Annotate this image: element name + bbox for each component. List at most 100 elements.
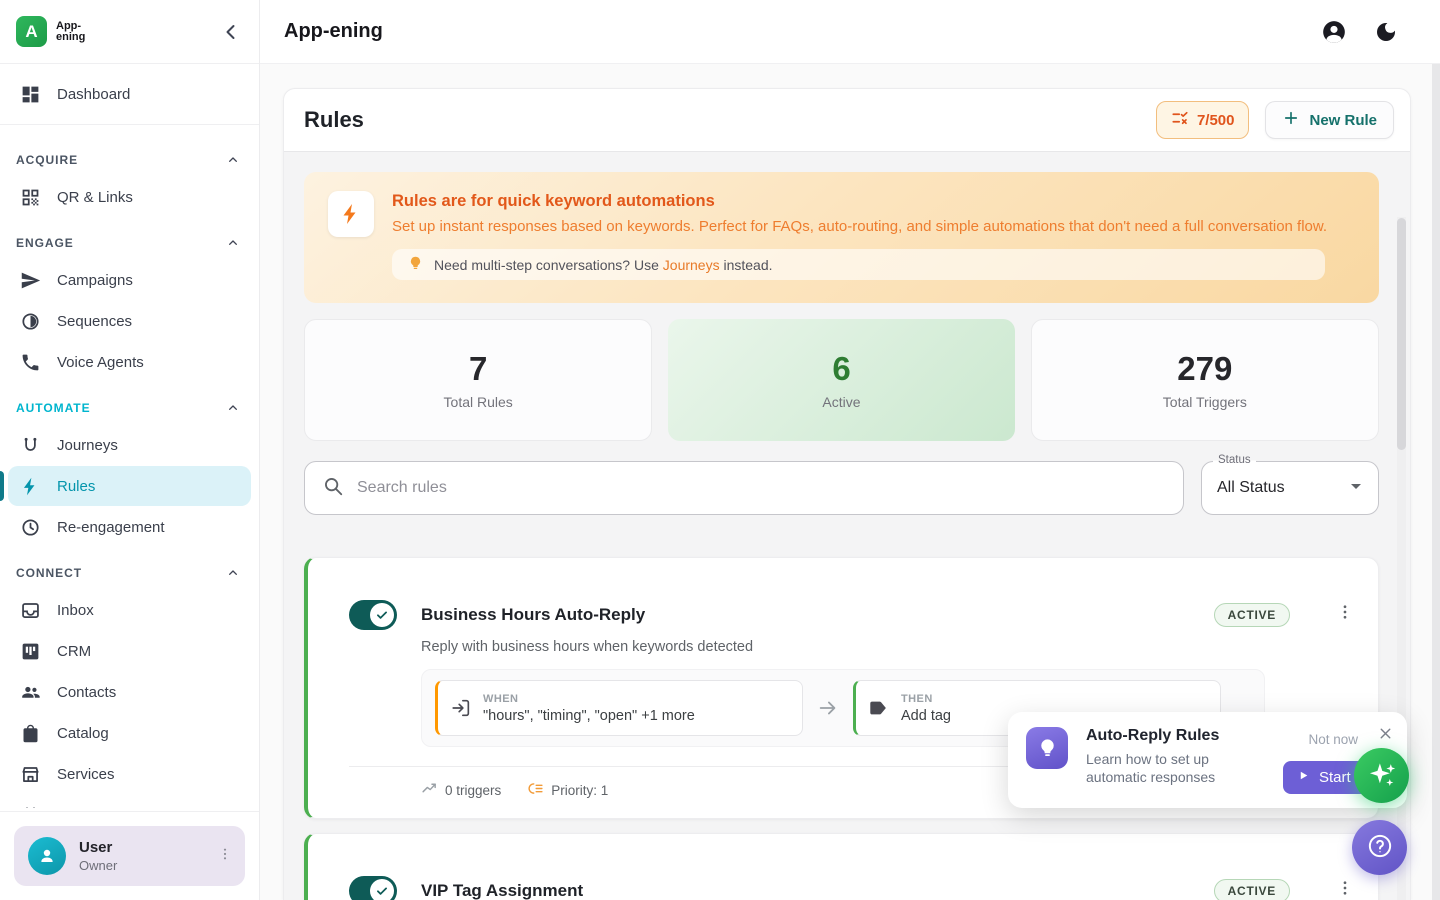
chevron-left-icon <box>219 32 243 47</box>
kanban-icon <box>20 640 42 662</box>
priority-indicator: Priority: 1 <box>527 780 608 800</box>
sidebar-collapse-button[interactable] <box>219 20 243 44</box>
logo-text: App-ening <box>56 21 85 43</box>
lightbulb-icon <box>1026 727 1068 769</box>
rules-quota-badge: 7/500 <box>1156 101 1250 139</box>
sidebar-item-crm[interactable]: CRM <box>8 631 251 671</box>
inbox-icon <box>20 599 42 621</box>
stats-row: 7 Total Rules 6 Active 279 Total Trigger… <box>304 319 1379 441</box>
bolt-icon <box>20 475 42 497</box>
journeys-link[interactable]: Journeys <box>663 257 720 273</box>
sidebar-item-contacts[interactable]: Contacts <box>8 672 251 712</box>
rule-enabled-toggle[interactable] <box>349 600 397 630</box>
banner-tip: Need multi-step conversations? Use Journ… <box>392 249 1325 280</box>
section-header-automate[interactable]: AUTOMATE <box>0 383 259 424</box>
panel-scrollbar-thumb[interactable] <box>1397 218 1406 450</box>
user-name: User <box>79 839 117 856</box>
sidebar: A App-ening Dashboard ACQUIRE QR & Li <box>0 0 260 900</box>
shopping-bag-icon <box>20 722 42 744</box>
priority-icon <box>527 780 544 800</box>
sidebar-item-dashboard[interactable]: Dashboard <box>8 74 251 114</box>
login-arrow-icon <box>450 697 472 719</box>
sidebar-item-sequences[interactable]: Sequences <box>8 301 251 341</box>
sparkles-icon <box>1365 757 1399 794</box>
new-rule-button[interactable]: New Rule <box>1265 101 1394 139</box>
toggle-knob <box>370 603 394 627</box>
when-label: WHEN <box>483 693 695 705</box>
sidebar-user-section: User Owner <box>0 811 259 900</box>
sidebar-item-qr-links[interactable]: QR & Links <box>8 177 251 217</box>
logo-badge: A <box>16 16 47 47</box>
then-label: THEN <box>901 693 951 705</box>
route-icon <box>20 434 42 456</box>
chevron-up-icon <box>225 235 241 251</box>
status-filter-value: All Status <box>1217 479 1285 497</box>
filters-row: Status All Status <box>304 461 1379 515</box>
section-header-engage[interactable]: ENGAGE <box>0 218 259 259</box>
sidebar-item-catalog[interactable]: Catalog <box>8 713 251 753</box>
chevron-up-icon <box>225 152 241 168</box>
help-fab[interactable] <box>1352 820 1407 875</box>
chevron-up-icon <box>225 400 241 416</box>
sidebar-item-re-engagement[interactable]: Re-engagement <box>8 507 251 547</box>
status-filter-select[interactable]: Status All Status <box>1201 461 1379 515</box>
sidebar-item-voice-agents[interactable]: Voice Agents <box>8 342 251 382</box>
account-circle-icon[interactable] <box>1321 19 1347 45</box>
sidebar-item-journeys[interactable]: Journeys <box>8 425 251 465</box>
rule-menu-kebab-icon[interactable] <box>1336 603 1354 627</box>
clock-icon <box>20 516 42 538</box>
user-menu-kebab-icon[interactable] <box>217 846 233 867</box>
status-filter-label: Status <box>1213 454 1256 466</box>
then-value: Add tag <box>901 708 951 724</box>
dashboard-icon <box>20 83 42 105</box>
app-logo: A App-ening <box>16 16 219 47</box>
close-icon[interactable] <box>1377 725 1394 742</box>
sidebar-item-inbox[interactable]: Inbox <box>8 590 251 630</box>
sidebar-item-services[interactable]: Services <box>8 754 251 794</box>
rule-enabled-toggle[interactable] <box>349 876 397 900</box>
play-icon <box>1297 769 1310 786</box>
app-root: A App-ening Dashboard ACQUIRE QR & Li <box>0 0 1440 900</box>
dark-mode-moon-icon[interactable] <box>1374 20 1398 44</box>
people-icon <box>20 681 42 703</box>
trending-up-icon <box>421 780 438 800</box>
status-badge: ACTIVE <box>1214 879 1290 900</box>
sidebar-nav: Dashboard ACQUIRE QR & Links ENGAGE Camp… <box>0 64 259 808</box>
search-box <box>304 461 1184 515</box>
plus-icon <box>1282 109 1300 131</box>
calendar-icon <box>20 804 42 808</box>
user-avatar <box>28 837 66 875</box>
rule-menu-kebab-icon[interactable] <box>1336 879 1354 900</box>
banner-description: Set up instant responses based on keywor… <box>392 218 1327 235</box>
when-value: "hours", "timing", "open" +1 more <box>483 708 695 724</box>
stat-total-rules: 7 Total Rules <box>304 319 652 441</box>
bolt-icon <box>328 191 374 237</box>
section-header-acquire[interactable]: ACQUIRE <box>0 135 259 176</box>
info-banner: Rules are for quick keyword automations … <box>304 172 1379 303</box>
arrow-right-icon <box>803 697 853 719</box>
topbar: App-ening <box>260 0 1440 64</box>
search-input[interactable] <box>357 479 1166 497</box>
user-role: Owner <box>79 858 117 873</box>
half-circle-icon <box>20 310 42 332</box>
sidebar-item-appointments[interactable]: Appointments <box>8 795 251 808</box>
not-now-button[interactable]: Not now <box>1308 732 1358 747</box>
divider <box>0 124 259 125</box>
sidebar-item-campaigns[interactable]: Campaigns <box>8 260 251 300</box>
ai-assistant-fab[interactable] <box>1354 748 1409 803</box>
tag-icon <box>868 697 890 719</box>
chevron-down-icon <box>1344 474 1368 503</box>
when-condition-box: WHEN "hours", "timing", "open" +1 more <box>435 680 803 736</box>
page-title: Rules <box>304 107 1156 133</box>
section-header-connect[interactable]: CONNECT <box>0 548 259 589</box>
popup-description: Learn how to set up automatic responses <box>1086 750 1271 786</box>
user-card[interactable]: User Owner <box>14 826 245 886</box>
rule-name: Business Hours Auto-Reply <box>421 605 1214 625</box>
rule-card-vip-tag: VIP Tag Assignment ACTIVE <box>304 833 1379 900</box>
chevron-up-icon <box>225 565 241 581</box>
auto-reply-popup: Auto-Reply Rules Learn how to set up aut… <box>1008 712 1407 808</box>
trigger-count: 0 triggers <box>421 780 501 800</box>
popup-title: Auto-Reply Rules <box>1086 727 1271 745</box>
sidebar-item-rules[interactable]: Rules <box>8 466 251 506</box>
window-scrollbar-track <box>1432 64 1440 900</box>
